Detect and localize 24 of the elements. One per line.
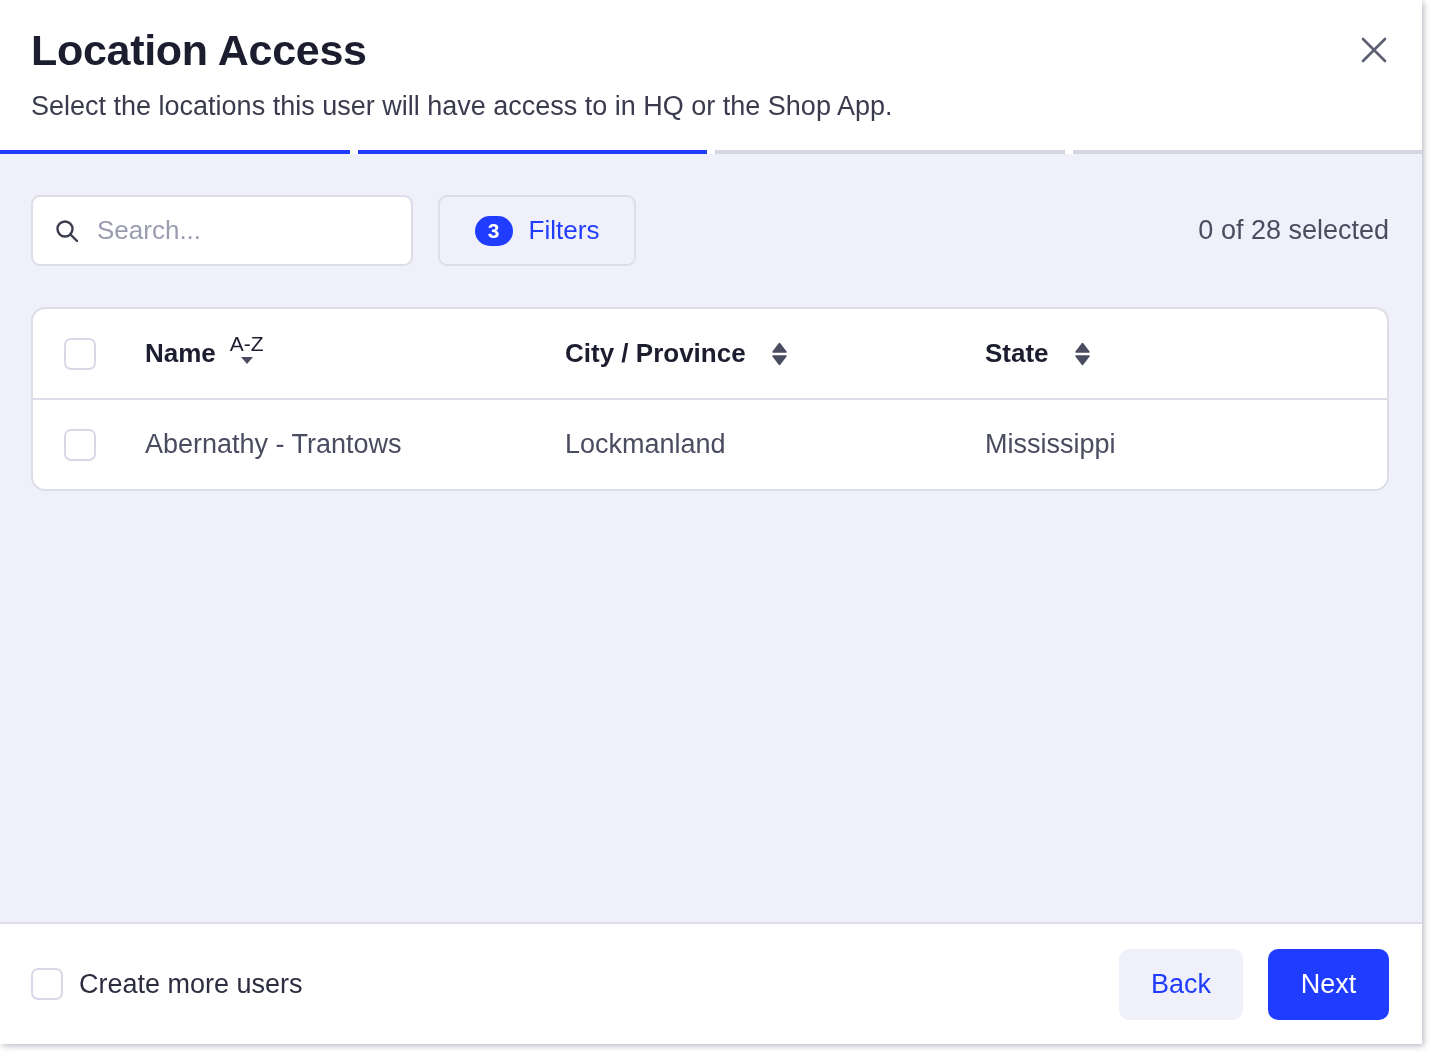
search-icon — [55, 219, 79, 243]
column-header[interactable]: State — [985, 338, 1049, 369]
sort-label[interactable]: A-Z — [229, 333, 264, 355]
sort-icon[interactable] — [771, 341, 787, 366]
table-cell-text: Abernathy - Trantows — [145, 429, 403, 460]
filter-count-badge: 3 — [474, 215, 513, 246]
column-header[interactable]: City / Province — [565, 338, 746, 369]
dialog-title: Location Access — [31, 25, 368, 76]
next-button[interactable]: Next — [1268, 948, 1389, 1020]
checkbox[interactable] — [64, 428, 96, 461]
back-button[interactable]: Back — [1119, 948, 1243, 1020]
sort-icon[interactable] — [1074, 341, 1090, 366]
filters-label: Filters — [528, 215, 600, 246]
close-icon[interactable] — [1361, 37, 1387, 63]
column-header[interactable]: Name — [145, 338, 216, 369]
search-field[interactable]: Search... — [31, 195, 413, 266]
checkbox-label: Create more users — [79, 968, 303, 1000]
table-cell-text: Lockmanland — [565, 429, 727, 460]
checkbox[interactable] — [64, 337, 96, 370]
checkbox[interactable] — [31, 968, 63, 1000]
dialog-subtitle: Select the locations this user will have access to in HQ or the Shop App. — [31, 90, 893, 123]
selection-count: 0 of 28 selected — [1198, 215, 1389, 246]
filters-button[interactable]: 3 Filters — [438, 195, 636, 266]
table-cell-text: Mississippi — [985, 429, 1117, 460]
